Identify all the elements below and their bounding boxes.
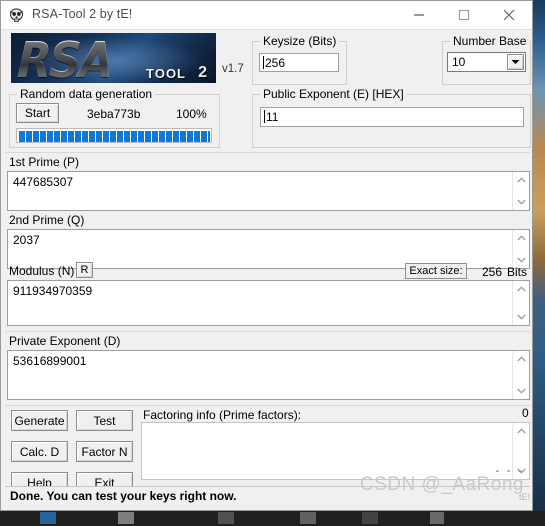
desktop-wallpaper-strip <box>533 0 545 511</box>
number-base-select[interactable]: 10 <box>447 52 526 72</box>
keysize-group-label: Keysize (Bits) <box>260 34 340 48</box>
chevron-up-icon[interactable] <box>513 174 530 186</box>
close-button[interactable] <box>486 1 531 29</box>
divider <box>5 331 530 332</box>
rsa-logo: RSA TOOL 2 <box>11 33 216 83</box>
logo-tool-number: 2 <box>198 64 207 81</box>
modulus-spinner[interactable] <box>512 281 529 325</box>
prime2-value: 2037 <box>13 233 40 247</box>
logo-text: RSA <box>16 33 112 83</box>
prime1-spinner[interactable] <box>512 172 529 210</box>
test-button[interactable]: Test <box>76 410 133 431</box>
public-exponent-input[interactable]: 11 <box>260 107 524 127</box>
private-exponent-field[interactable]: 53616899001 <box>7 350 530 400</box>
public-exponent-group-label: Public Exponent (E) [HEX] <box>260 87 407 101</box>
number-base-value: 10 <box>452 55 466 69</box>
modulus-field[interactable]: 911934970359 <box>7 280 530 326</box>
start-button[interactable]: Start <box>16 103 59 123</box>
prime1-label: 1st Prime (P) <box>9 155 80 169</box>
random-seed-value: 3eba773b <box>87 107 141 121</box>
taskbar-icon[interactable] <box>218 512 234 524</box>
prime1-field[interactable]: 447685307 <box>7 171 530 211</box>
maximize-button[interactable] <box>441 1 486 29</box>
status-bar: Done. You can test your keys right now. <box>5 486 530 506</box>
chevron-down-icon[interactable] <box>513 385 530 397</box>
skull-icon <box>8 7 25 24</box>
chevron-up-icon[interactable] <box>513 425 530 437</box>
exact-size-value: 256 <box>482 265 503 279</box>
minimize-button[interactable] <box>396 1 441 29</box>
modulus-value: 911934970359 <box>13 284 93 298</box>
divider <box>5 405 530 406</box>
rsa-tool-window: RSA-Tool 2 by tE! RSA TOOL 2 v1.7 Random… <box>0 0 533 511</box>
chevron-up-icon[interactable] <box>513 283 530 295</box>
number-base-group-label: Number Base <box>450 34 530 48</box>
modulus-label: Modulus (N) <box>9 264 75 278</box>
status-text: Done. You can test your keys right now. <box>10 489 237 503</box>
chevron-up-icon[interactable] <box>513 353 530 365</box>
exact-size-button[interactable]: Exact size: <box>405 263 467 279</box>
factoring-info-label: Factoring info (Prime factors): <box>143 408 302 422</box>
keysize-input[interactable]: 256 <box>259 53 339 72</box>
prime1-value: 447685307 <box>13 175 74 189</box>
factoring-info-box[interactable] <box>141 422 530 480</box>
calc-d-button[interactable]: Calc. D <box>11 441 68 462</box>
prime2-label: 2nd Prime (Q) <box>9 213 85 227</box>
text-caret <box>264 110 265 123</box>
chevron-down-icon[interactable] <box>507 54 524 70</box>
modulus-r-button[interactable]: R <box>76 262 93 278</box>
taskbar-icon[interactable] <box>362 512 378 524</box>
taskbar-icon[interactable] <box>300 512 316 524</box>
factor-n-button[interactable]: Factor N <box>76 441 133 462</box>
taskbar-icon[interactable] <box>118 512 134 524</box>
generate-button[interactable]: Generate <box>11 410 68 431</box>
chevron-up-icon[interactable] <box>513 232 530 244</box>
bits-label: Bits <box>507 265 528 279</box>
private-exponent-spinner[interactable] <box>512 351 529 399</box>
factoring-counter: 0 <box>522 406 529 420</box>
keysize-value: 256 <box>265 56 286 70</box>
chevron-down-icon[interactable] <box>513 311 530 323</box>
chevron-down-icon[interactable] <box>513 196 530 208</box>
taskbar[interactable] <box>0 511 545 526</box>
resize-grip-dashes: - - - <box>495 463 524 477</box>
private-exponent-value: 53616899001 <box>13 354 87 368</box>
taskbar-icon[interactable] <box>40 512 56 524</box>
public-exponent-value: 11 <box>266 110 279 124</box>
title-bar: RSA-Tool 2 by tE! <box>1 1 532 30</box>
watermark-suffix: tE! <box>518 492 530 502</box>
version-label: v1.7 <box>222 63 244 75</box>
prime2-spinner[interactable] <box>512 230 529 268</box>
text-caret <box>263 56 264 69</box>
random-percent-value: 100% <box>176 107 207 121</box>
random-progress-bar <box>16 128 212 143</box>
window-title: RSA-Tool 2 by tE! <box>32 7 133 21</box>
divider <box>5 152 530 153</box>
logo-tool-text: TOOL <box>146 66 186 81</box>
private-exponent-label: Private Exponent (D) <box>9 334 121 348</box>
taskbar-icon[interactable] <box>430 512 444 524</box>
random-data-group-label: Random data generation <box>17 87 156 101</box>
